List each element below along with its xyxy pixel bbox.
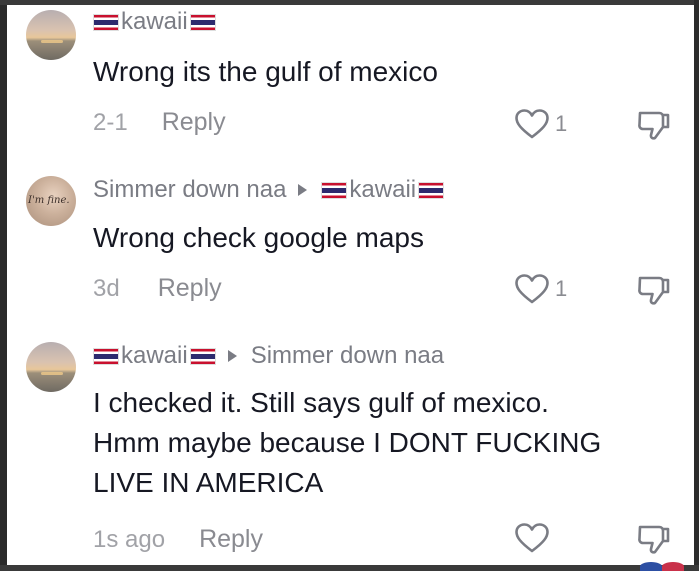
avatar[interactable] xyxy=(26,342,76,392)
heart-outline-icon xyxy=(515,274,549,304)
reply-button[interactable]: Reply xyxy=(158,274,222,303)
background-edge-left xyxy=(0,0,7,571)
reply-button[interactable]: Reply xyxy=(162,108,226,137)
comment-time: 2-1 xyxy=(93,108,128,136)
reply-to-name[interactable]: Simmer down naa xyxy=(251,342,444,370)
dislike-button[interactable] xyxy=(637,523,671,555)
play-triangle-icon xyxy=(227,350,237,362)
comment-text-line: Hmm maybe because I DONT FUCKING xyxy=(93,427,602,458)
comment-author-row: Simmer down naa kawaii xyxy=(93,176,445,204)
comment-time: 3d xyxy=(93,274,120,302)
thumbs-down-icon xyxy=(638,276,670,305)
author-name[interactable]: kawaii xyxy=(121,342,188,370)
thumbs-down-icon xyxy=(638,525,670,554)
author-name[interactable]: Simmer down naa xyxy=(93,176,286,204)
like-count: 1 xyxy=(555,276,568,301)
thailand-flag-icon xyxy=(93,13,119,31)
thailand-flag-icon xyxy=(93,347,119,365)
author-name[interactable]: kawaii xyxy=(121,8,188,36)
sticker-fragment xyxy=(662,562,684,571)
comment-text: Wrong check google maps xyxy=(93,222,424,253)
comment-meta: 2-1 Reply xyxy=(93,108,226,137)
thailand-flag-icon xyxy=(321,181,348,199)
comment-meta: 1s ago Reply xyxy=(93,525,263,554)
dislike-button[interactable] xyxy=(637,274,671,306)
comments-panel: kawaii Wrong its the gulf of mexico 2-1 … xyxy=(7,5,694,565)
comment-time: 1s ago xyxy=(93,525,166,553)
sticker-fragment xyxy=(640,562,662,571)
background-edge-bottom xyxy=(0,565,699,571)
dislike-button[interactable] xyxy=(637,109,671,141)
comment-text-line: LIVE IN AMERICA xyxy=(93,467,324,498)
reply-button[interactable]: Reply xyxy=(199,525,263,554)
comment-text-line: I checked it. Still says gulf of mexico. xyxy=(93,387,549,418)
thailand-flag-icon xyxy=(189,347,216,365)
thailand-flag-icon xyxy=(189,13,216,31)
comment-text: I checked it. Still says gulf of mexico.… xyxy=(93,383,673,503)
comment-author-row: kawaii xyxy=(93,8,216,36)
comment-author-row: kawaii Simmer down naa xyxy=(93,342,444,370)
avatar-text: I'm fine. xyxy=(28,195,70,206)
background-edge-right xyxy=(694,0,699,571)
heart-outline-icon xyxy=(515,109,549,139)
heart-outline-icon xyxy=(515,523,549,553)
play-triangle-icon xyxy=(298,184,308,196)
like-button[interactable] xyxy=(515,523,555,553)
thumbs-down-icon xyxy=(638,111,670,140)
thailand-flag-icon xyxy=(418,181,445,199)
avatar[interactable] xyxy=(26,10,76,60)
like-count: 1 xyxy=(555,111,568,136)
like-button[interactable]: 1 xyxy=(515,109,567,139)
avatar[interactable]: I'm fine. xyxy=(26,176,76,226)
comment-text: Wrong its the gulf of mexico xyxy=(93,56,438,87)
reply-to-name[interactable]: kawaii xyxy=(349,176,416,204)
like-button[interactable]: 1 xyxy=(515,274,567,304)
comment-meta: 3d Reply xyxy=(93,274,222,303)
